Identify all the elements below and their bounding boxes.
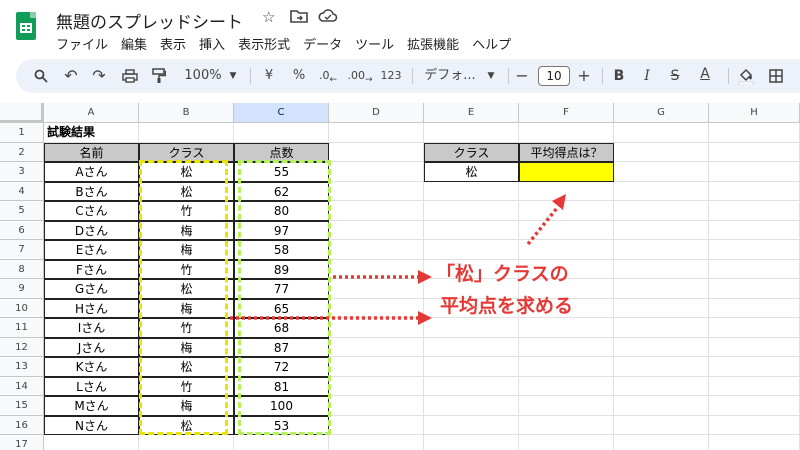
arrow-from-class-column — [230, 311, 432, 325]
annotation-arrows — [230, 194, 566, 325]
arrow-from-score-column — [333, 270, 432, 284]
arrow-to-average-cell — [526, 194, 566, 246]
